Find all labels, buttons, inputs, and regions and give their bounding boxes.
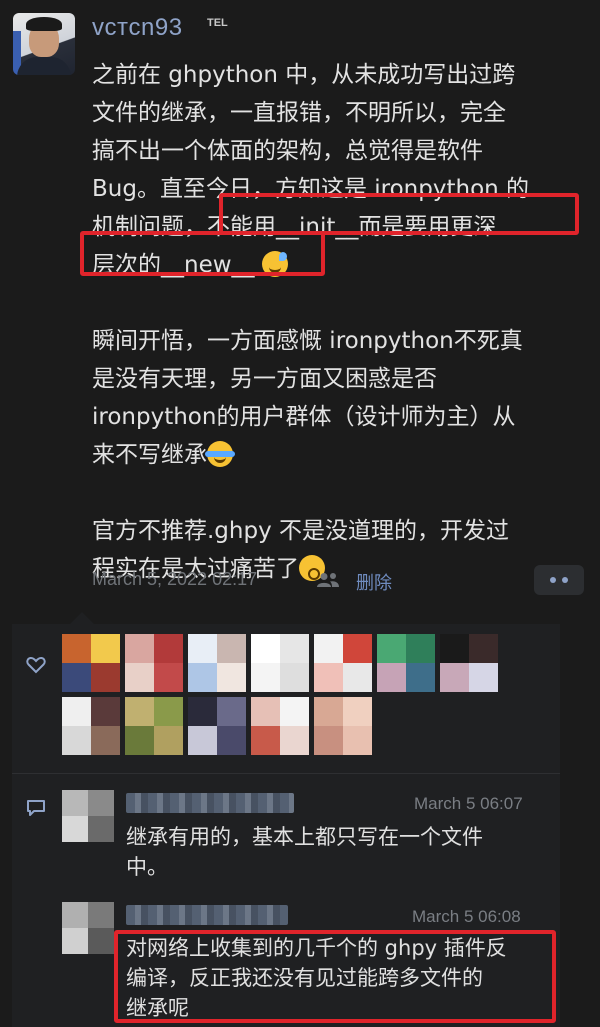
more-icon xyxy=(550,577,556,583)
friends-icon xyxy=(317,573,339,587)
highlight-box xyxy=(219,193,579,235)
post-line: 之前在 ghpython 中，从未成功写出过跨 xyxy=(92,62,516,88)
author-avatar[interactable] xyxy=(13,13,75,75)
heart-icon xyxy=(26,656,46,674)
panel-notch xyxy=(70,612,94,624)
liker-avatar[interactable] xyxy=(62,634,120,692)
liker-avatar[interactable] xyxy=(440,634,498,692)
liker-avatar[interactable] xyxy=(314,634,372,692)
post-line: 官方不推荐.ghpy 不是没道理的，开发过 xyxy=(92,518,510,544)
comment-icon xyxy=(27,800,45,816)
liker-avatar[interactable] xyxy=(125,634,183,692)
author-badge: TEL xyxy=(207,17,228,29)
post-line: 瞬间开悟，一方面感慨 ironpython不死真 xyxy=(92,328,523,354)
author-name[interactable]: vcтcn93 xyxy=(92,14,183,42)
more-button[interactable] xyxy=(534,565,584,595)
liker-avatar[interactable] xyxy=(62,697,120,755)
comment-time: March 5 06:07 xyxy=(414,794,523,813)
liker-avatar[interactable] xyxy=(251,697,309,755)
post-line: 文件的继承，一直报错，不明所以，完全 xyxy=(92,100,506,126)
post-line: 搞不出一个体面的架构，总觉得是软件 xyxy=(92,138,483,164)
highlight-box xyxy=(114,930,556,1023)
liker-avatar[interactable] xyxy=(251,634,309,692)
commenter-name[interactable] xyxy=(126,793,294,813)
liker-avatar[interactable] xyxy=(188,634,246,692)
comment-time: March 5 06:08 xyxy=(412,907,521,926)
post-line: 来不写继承 xyxy=(92,436,587,474)
commenter-avatar[interactable] xyxy=(62,790,114,842)
liker-avatar[interactable] xyxy=(188,697,246,755)
laugh-tears-emoji-icon xyxy=(205,441,235,467)
highlight-box xyxy=(80,231,325,276)
post-line: 是没有天理，另一方面又困惑是否 xyxy=(92,366,437,392)
liker-avatar[interactable] xyxy=(377,634,435,692)
post-line: ironpython的用户群体（设计师为主）从 xyxy=(92,404,516,430)
commenter-avatar[interactable] xyxy=(62,902,114,954)
post-content: 之前在 ghpython 中，从未成功写出过跨 文件的继承，一直报错，不明所以，… xyxy=(92,56,587,588)
commenter-name[interactable] xyxy=(126,905,288,925)
divider xyxy=(12,773,560,774)
liker-avatar[interactable] xyxy=(125,697,183,755)
delete-link[interactable]: 删除 xyxy=(356,569,392,595)
liker-avatar[interactable] xyxy=(314,697,372,755)
comment-text: 继承有用的，基本上都只写在一个文件 中。 xyxy=(126,825,483,879)
post-timestamp: March 5, 2022 02:17 xyxy=(92,569,258,589)
